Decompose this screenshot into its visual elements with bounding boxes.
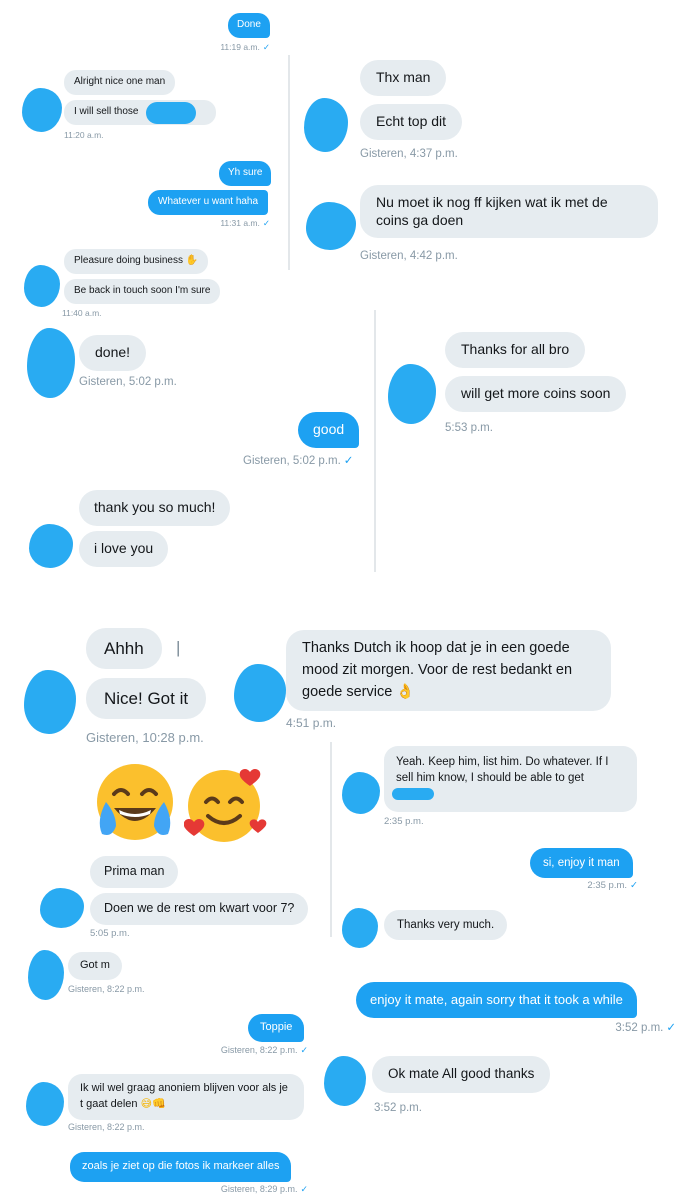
message-bubble: Doen we de rest om kwart voor 7? [90, 893, 309, 925]
timestamp: 11:19 a.m. ✓ [220, 42, 270, 52]
timestamp: Gisteren, 5:02 p.m. ✓ [243, 455, 354, 467]
redacted-avatar [28, 950, 64, 1000]
message-bubble: Alright nice one man [64, 70, 176, 95]
waving-hand-icon: ✋ [185, 255, 199, 266]
chat-panel-11: Ok mate All good thanks 3:52 p.m. [320, 1050, 610, 1128]
tears-of-joy-emoji [97, 764, 173, 840]
chat-panel-3: done! Gisteren, 5:02 p.m. good Gisteren,… [15, 320, 375, 576]
timestamp: 4:51 p.m. [286, 716, 337, 730]
grinning-sweat-icon: 😅 [140, 1097, 153, 1110]
message-bubble: Ok mate All good thanks [372, 1056, 551, 1093]
redacted-avatar [342, 772, 380, 814]
chat-panel-6: Thanks Dutch ik hoop dat je in een goede… [228, 626, 618, 734]
timestamp: 3:52 p.m. ✓ [615, 1022, 676, 1034]
message-bubble: Echt top dit [360, 104, 463, 140]
message-bubble: Pleasure doing business ✋ [64, 249, 209, 274]
message-bubble: Nu moet ik nog ff kijken wat ik met de c… [360, 185, 658, 238]
redacted-avatar [24, 670, 76, 734]
timestamp: Gisteren, 5:02 p.m. [79, 376, 177, 388]
redacted-avatar [24, 265, 60, 307]
timestamp: Gisteren, 8:22 p.m. [68, 984, 145, 994]
timestamp: 11:31 a.m. ✓ [220, 218, 270, 228]
chat-panel-1: Done 11:19 a.m. ✓ Alright nice one man I … [0, 0, 285, 318]
panel-divider [374, 310, 376, 572]
timestamp: Gisteren, 8:22 p.m. ✓ [220, 1045, 308, 1055]
timestamp: Gisteren, 4:37 p.m. [360, 148, 458, 160]
message-bubble: Toppie [248, 1014, 305, 1042]
timestamp: 3:52 p.m. [374, 1102, 422, 1114]
redacted-avatar [29, 524, 73, 568]
message-bubble: will get more coins soon [445, 376, 627, 412]
text-cursor: | [176, 638, 181, 657]
message-bubble: Thanks Dutch ik hoop dat je in een goede… [286, 630, 611, 712]
message-bubble: Prima man [90, 856, 179, 888]
timestamp: Gisteren, 4:42 p.m. [360, 250, 458, 262]
chat-panel-4: Thanks for all bro will get more coins s… [378, 320, 678, 470]
panel-divider [288, 55, 290, 270]
redacted-avatar [40, 888, 84, 928]
message-bubble: Ahhh [86, 628, 162, 670]
redacted-avatar [306, 202, 356, 250]
chat-panel-2: Thx man Echt top dit Gisteren, 4:37 p.m.… [292, 52, 682, 270]
chat-panel-10: enjoy it mate, again sorry that it took … [352, 978, 682, 1040]
message-bubble: Thx man [360, 60, 447, 96]
message-bubble: i love you [79, 531, 169, 567]
redacted-avatar [324, 1056, 366, 1106]
message-bubble: Thanks very much. [384, 910, 508, 941]
timestamp: 11:40 a.m. [62, 308, 102, 318]
redacted-avatar [26, 1082, 64, 1126]
timestamp: 11:20 a.m. [64, 130, 104, 140]
message-bubble: thank you so much! [79, 490, 231, 526]
chat-panel-8: Yeah. Keep him, list him. Do whatever. I… [334, 742, 646, 950]
redacted-avatar [234, 664, 286, 722]
ok-hand-icon: 👌 [396, 683, 415, 700]
timestamp: 2:35 p.m. [384, 816, 424, 827]
timestamp: 2:35 p.m. ✓ [587, 880, 638, 891]
message-bubble: zoals je ziet op die fotos ik markeer al… [70, 1152, 292, 1182]
chat-panel-9: Got m Gisteren, 8:22 p.m. Toppie Gistere… [20, 946, 316, 1200]
redacted-avatar [22, 88, 62, 132]
fist-bump-icon: 👊 [152, 1097, 166, 1110]
message-bubble: Be back in touch soon I'm sure [64, 279, 221, 304]
chat-panel-7: Prima man Doen we de rest om kwart voor … [36, 754, 326, 938]
timestamp: Gisteren, 8:22 p.m. [68, 1122, 145, 1132]
message-bubble: good [298, 412, 360, 448]
timestamp: 5:53 p.m. [445, 422, 493, 434]
redacted-avatar [304, 98, 348, 152]
smiling-face-with-hearts-emoji [184, 769, 267, 842]
panel-divider [330, 742, 332, 937]
message-bubble: Thanks for all bro [445, 332, 586, 368]
timestamp: Gisteren, 8:29 p.m. ✓ [220, 1184, 308, 1194]
message-bubble: enjoy it mate, again sorry that it took … [356, 982, 637, 1019]
message-bubble: Whatever u want haha [148, 190, 269, 215]
message-bubble: Yeah. Keep him, list him. Do whatever. I… [384, 746, 637, 812]
message-bubble: si, enjoy it man [530, 848, 633, 879]
redaction-scribble [392, 788, 434, 800]
redacted-avatar [27, 328, 75, 398]
message-bubble: Nice! Got it [86, 678, 207, 720]
redacted-avatar [342, 908, 378, 948]
message-bubble: done! [79, 335, 147, 371]
message-bubble: Ik wil wel graag anoniem blijven voor al… [68, 1074, 304, 1120]
redaction-scribble [146, 102, 196, 124]
redacted-avatar [388, 364, 436, 424]
timestamp: 5:05 p.m. [90, 928, 130, 938]
message-bubble: Got m [68, 952, 122, 980]
timestamp: Gisteren, 10:28 p.m. [86, 730, 204, 745]
message-bubble: Done [228, 13, 270, 38]
message-bubble: Yh sure [219, 161, 272, 186]
